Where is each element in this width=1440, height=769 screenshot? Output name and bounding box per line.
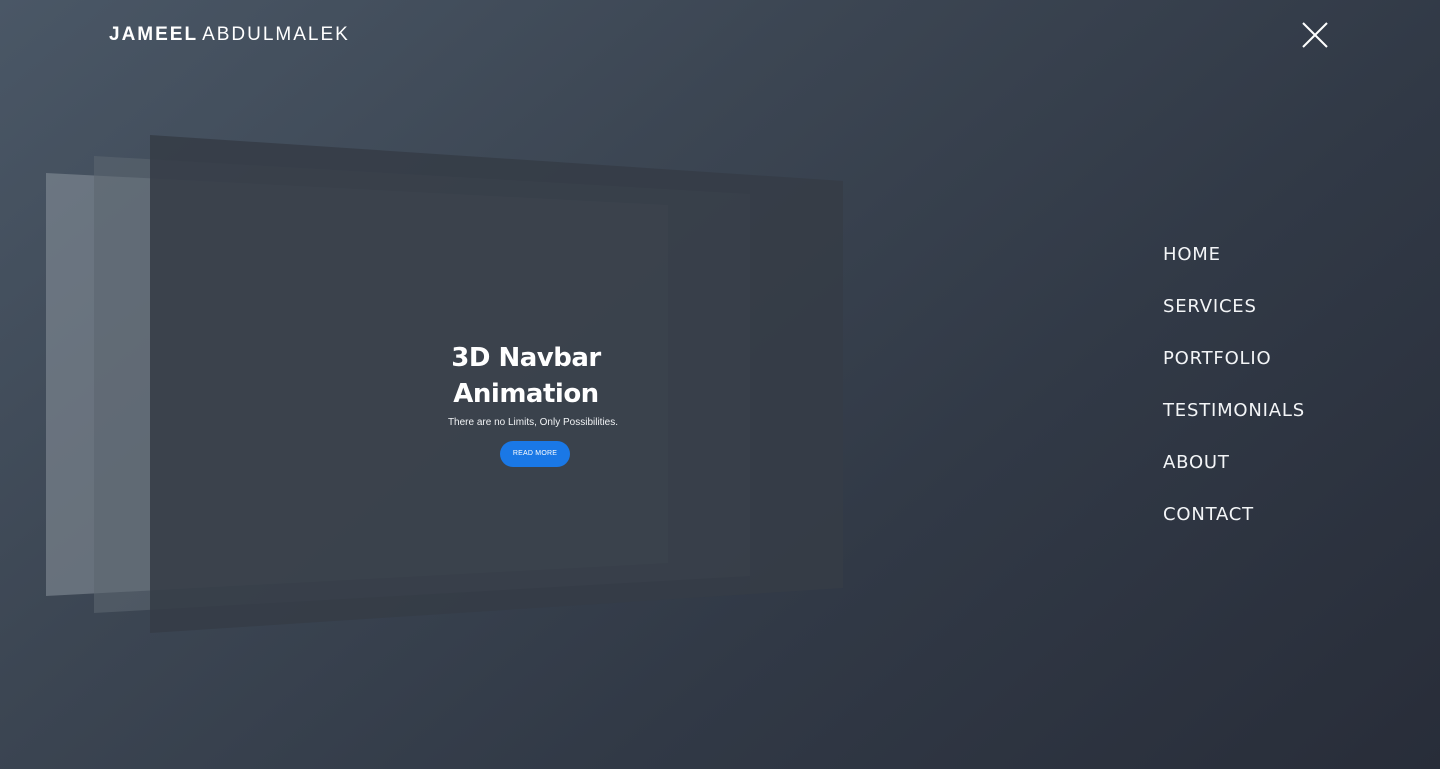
hero-content: 3D Navbar Animation There are no Limits,… xyxy=(380,340,680,467)
read-more-button[interactable]: READ MORE xyxy=(500,441,570,467)
nav-item-about[interactable]: ABOUT xyxy=(1163,448,1305,500)
hero-title: 3D Navbar Animation xyxy=(451,343,601,409)
main-nav: HOME SERVICES PORTFOLIO TESTIMONIALS ABO… xyxy=(1163,240,1305,552)
close-icon xyxy=(1302,22,1328,48)
nav-item-home[interactable]: HOME xyxy=(1163,240,1305,292)
nav-item-services[interactable]: SERVICES xyxy=(1163,292,1305,344)
nav-item-testimonials[interactable]: TESTIMONIALS xyxy=(1163,396,1305,448)
nav-item-contact[interactable]: CONTACT xyxy=(1163,500,1305,552)
hero-subtitle: There are no Limits, Only Possibilities. xyxy=(447,417,619,428)
close-menu-button[interactable] xyxy=(1300,20,1330,50)
nav-item-portfolio[interactable]: PORTFOLIO xyxy=(1163,344,1305,396)
page-preview-stack: 3D Navbar Animation There are no Limits,… xyxy=(0,0,900,769)
